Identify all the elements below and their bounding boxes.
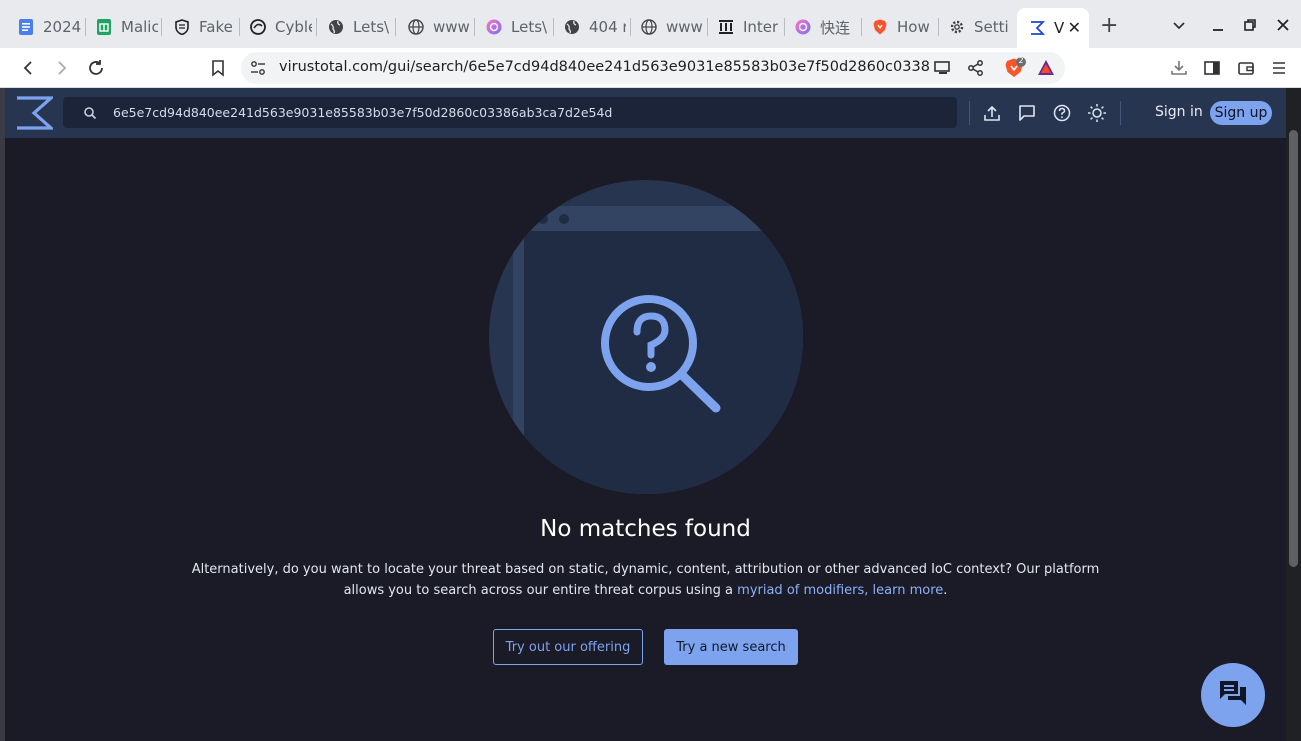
tab-title: 2024 [43, 18, 82, 36]
sign-in-link[interactable]: Sign in [1155, 104, 1203, 120]
browser-tab[interactable]: Setti [937, 12, 1013, 42]
try-new-search-button[interactable]: Try a new search [664, 629, 798, 665]
tab-title: Fake [199, 18, 233, 36]
browser-tab-active[interactable]: V ✕ [1017, 8, 1089, 48]
virustotal-logo-icon[interactable] [15, 96, 56, 134]
description-end: . [943, 583, 948, 598]
site-info-icon[interactable] [249, 59, 267, 81]
no-matches-description: Alternatively, do you want to locate you… [175, 559, 1116, 601]
browser-toolbar: virustotal.com/gui/search/6e5e7cd94d840e… [0, 48, 1301, 88]
tab-title: 404 r [589, 18, 626, 36]
main-content: No matches found Alternatively, do you w… [5, 138, 1286, 741]
virustotal-icon [1029, 20, 1045, 36]
minimize-icon[interactable] [1210, 17, 1226, 37]
sign-up-button[interactable]: Sign up [1210, 101, 1272, 125]
tab-title: Inter [743, 18, 779, 36]
search-input[interactable] [111, 97, 931, 128]
download-icon[interactable] [1169, 58, 1189, 78]
cyble-icon [250, 19, 266, 35]
web-icon [641, 19, 657, 35]
brave-shields-icon[interactable]: 2 [1004, 56, 1026, 83]
browser-tab[interactable]: 快连 [783, 12, 857, 42]
vt-header: Sign in Sign up [5, 88, 1286, 138]
archive-icon [718, 19, 734, 35]
browser-tab[interactable]: Fake [162, 12, 236, 42]
colorful-icon [795, 19, 811, 35]
close-window-icon[interactable] [1275, 17, 1291, 37]
header-divider [1120, 101, 1121, 125]
browser-tab[interactable]: Cyble [238, 12, 312, 42]
try-offering-button[interactable]: Try out our offering [493, 629, 643, 665]
browser-tab[interactable]: Malic [84, 12, 158, 42]
tab-search-chevron-icon[interactable] [1171, 18, 1187, 38]
wallet-icon[interactable] [1236, 58, 1256, 78]
shields-count-badge: 2 [1018, 56, 1024, 65]
address-bar[interactable]: virustotal.com/gui/search/6e5e7cd94d840e… [241, 52, 1065, 84]
scrollbar-thumb[interactable] [1289, 130, 1298, 567]
settings-icon [949, 19, 965, 35]
tab-title: V [1054, 19, 1065, 37]
tab-title: Malic [121, 18, 158, 36]
docs-icon [18, 19, 34, 35]
brave-rewards-icon[interactable] [1037, 59, 1055, 81]
tab-title: www [433, 18, 470, 36]
reload-icon[interactable] [86, 58, 106, 78]
browser-tab[interactable]: Lets\ [474, 12, 548, 42]
theme-toggle-icon[interactable] [1087, 103, 1107, 123]
browser-tab[interactable]: How [860, 12, 934, 42]
close-tab-icon[interactable]: ✕ [1068, 18, 1081, 37]
bookmark-icon[interactable] [208, 58, 228, 78]
browser-tab[interactable]: Inter [706, 12, 780, 42]
browser-tab[interactable]: www [396, 12, 470, 42]
tab-title: 快连 [820, 18, 851, 37]
tab-title: How [897, 18, 930, 36]
tab-title: Lets\ [511, 18, 548, 36]
restore-icon[interactable] [1242, 17, 1258, 37]
forward-icon[interactable] [52, 58, 72, 78]
upload-icon[interactable] [982, 103, 1002, 123]
cast-icon[interactable] [933, 59, 951, 81]
comment-icon[interactable] [1017, 103, 1037, 123]
chat-icon [1217, 677, 1249, 713]
vt-search-bar[interactable] [63, 97, 957, 128]
browser-tab-strip: 2024 Malic Fake Cyble Lets\ www [0, 0, 1301, 48]
browser-tab[interactable]: 2024 [6, 12, 82, 42]
help-icon[interactable] [1052, 103, 1072, 123]
url-text[interactable]: virustotal.com/gui/search/6e5e7cd94d840e… [279, 59, 929, 75]
no-matches-heading: No matches found [540, 516, 751, 542]
sidebar-toggle-icon[interactable] [1202, 58, 1222, 78]
modifiers-learn-more-link[interactable]: myriad of modifiers, learn more [737, 583, 943, 598]
web-icon [408, 19, 424, 35]
new-tab-button[interactable]: + [1100, 15, 1118, 37]
globe-icon [564, 19, 580, 35]
share-icon[interactable] [967, 59, 985, 81]
no-results-illustration [488, 179, 804, 499]
brave-icon [872, 19, 888, 35]
search-icon [83, 105, 97, 124]
globe-icon [328, 19, 344, 35]
browser-tab[interactable]: www [629, 12, 703, 42]
back-icon[interactable] [18, 58, 38, 78]
chat-button[interactable] [1201, 663, 1265, 727]
tab-title: Lets\ [353, 18, 390, 36]
tab-title: www [666, 18, 703, 36]
browser-tab[interactable]: 404 r [552, 12, 626, 42]
tab-title: Cyble [275, 18, 312, 36]
colorful-icon [486, 19, 502, 35]
browser-tab[interactable]: Lets\ [316, 12, 390, 42]
menu-icon[interactable] [1269, 58, 1289, 78]
description-text: Alternatively, do you want to locate you… [191, 562, 1100, 598]
sheets-icon [96, 19, 112, 35]
header-divider [969, 101, 970, 125]
tab-title: Setti [974, 18, 1009, 36]
shield-icon [174, 19, 190, 35]
